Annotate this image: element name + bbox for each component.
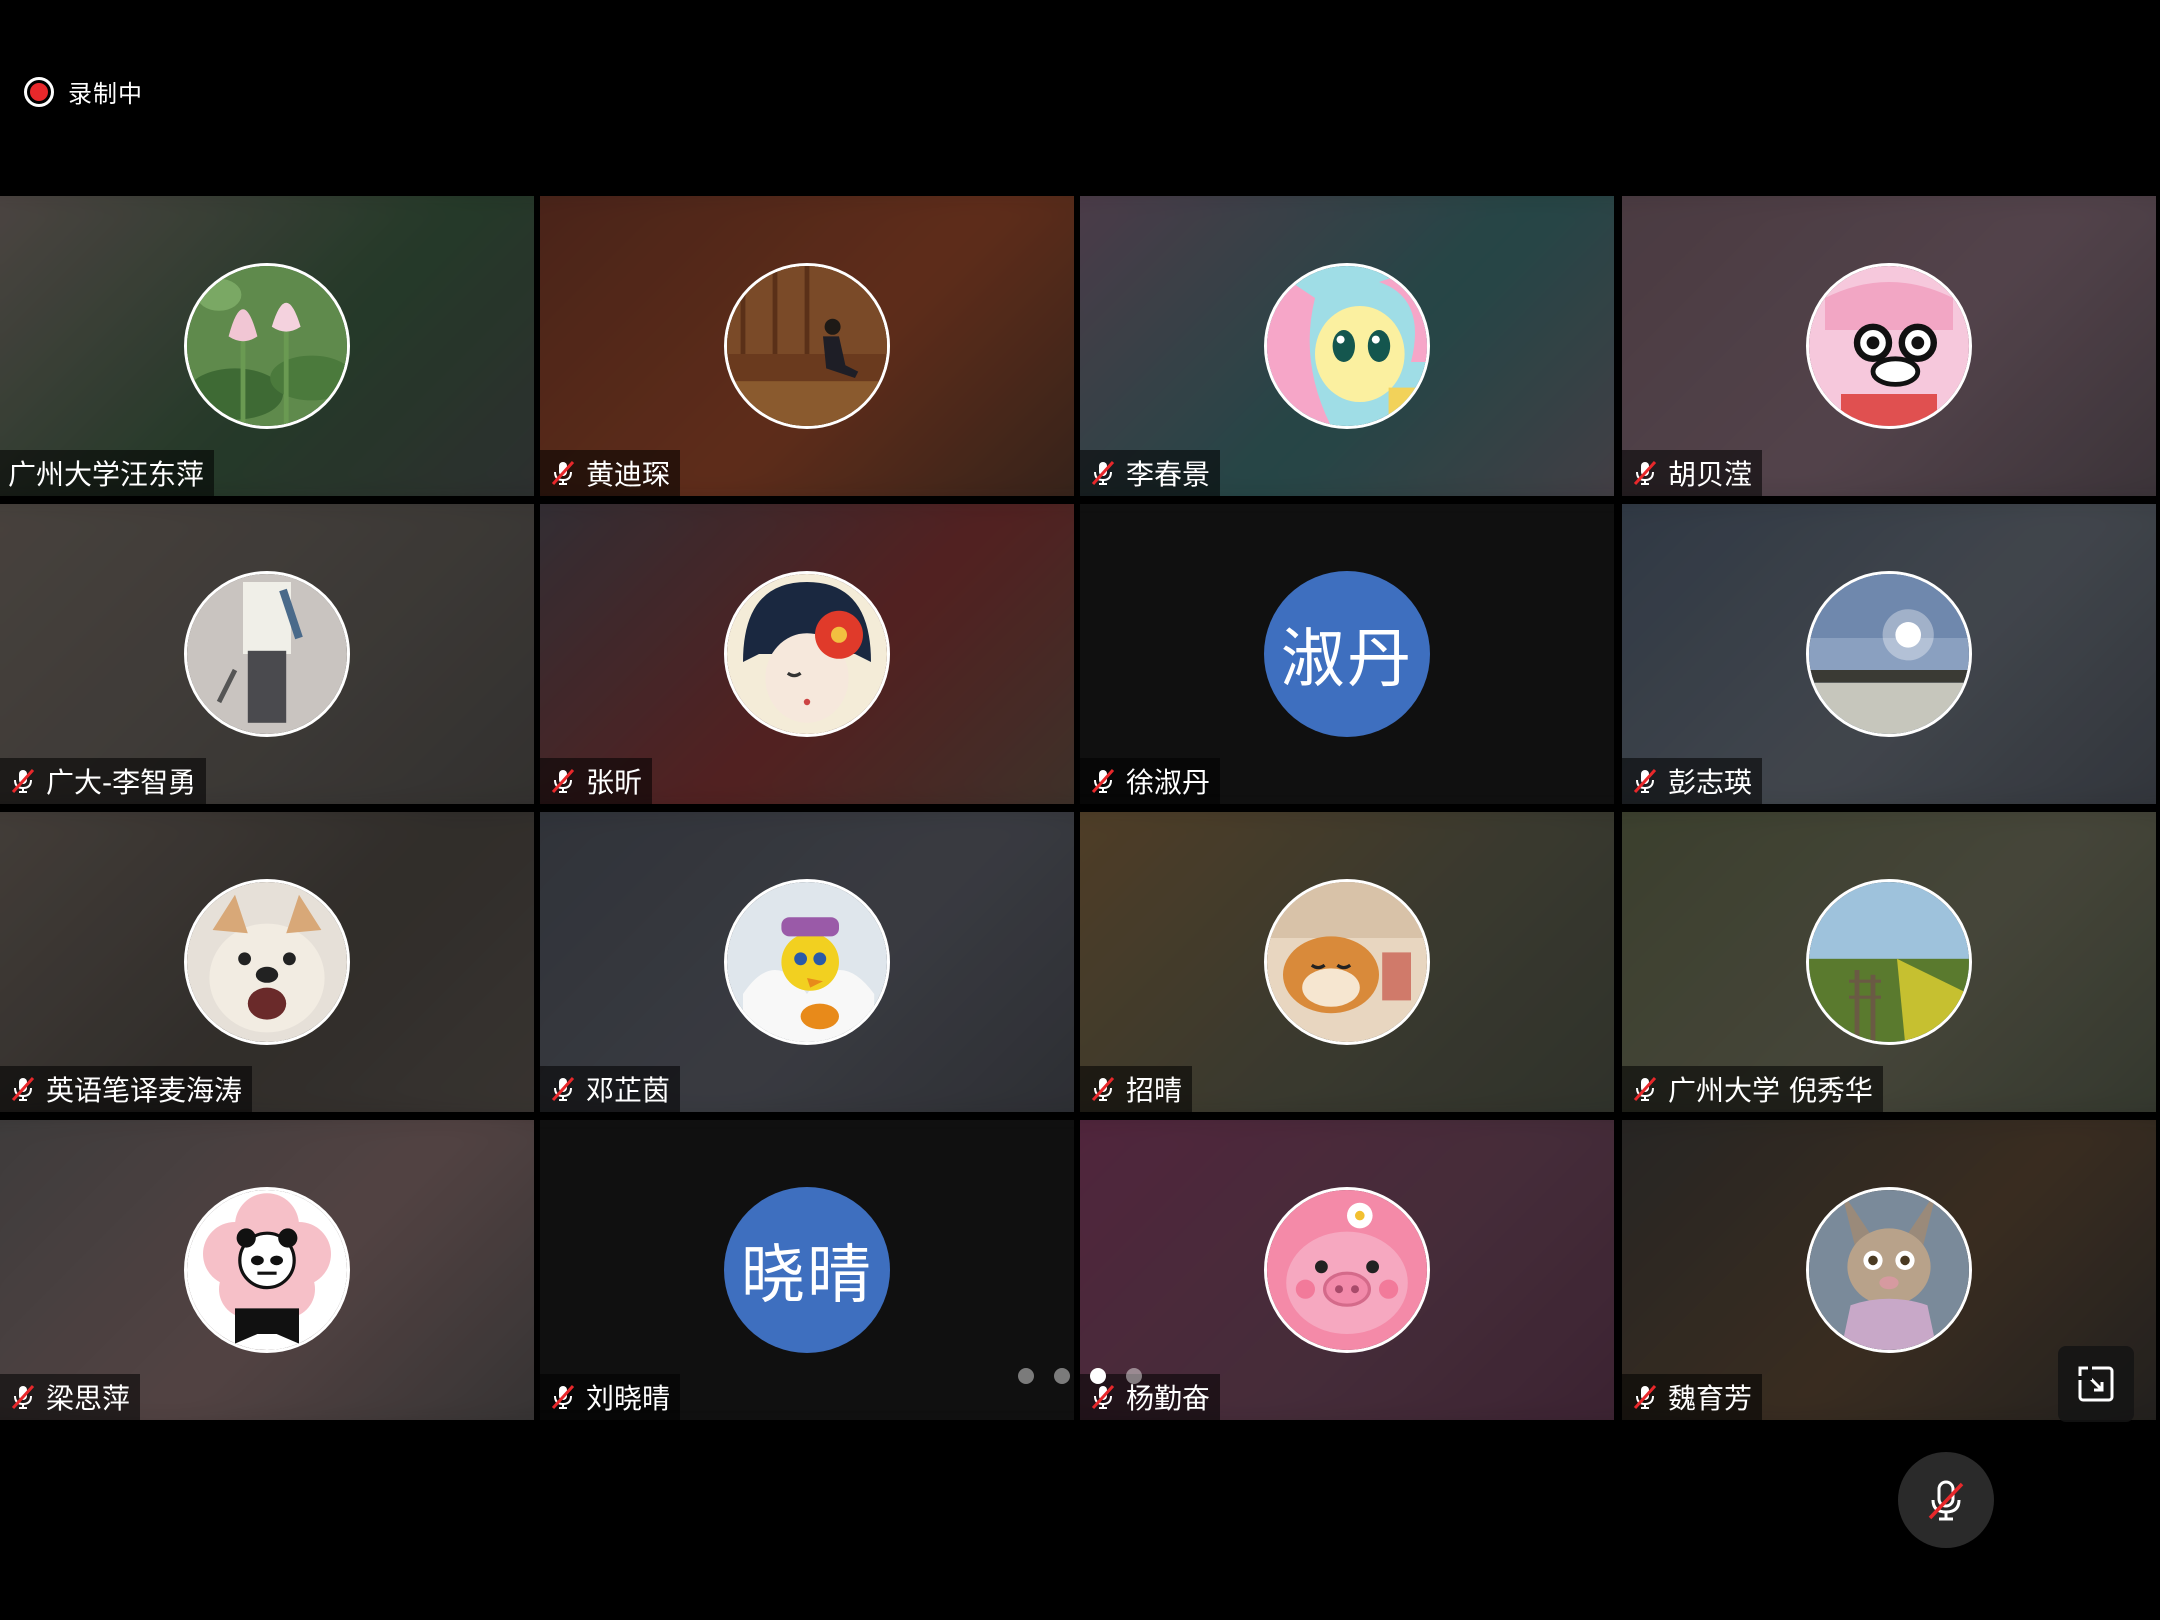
page-indicator: [1018, 1368, 1142, 1384]
standing-person-photo-icon: [184, 571, 350, 737]
participant-tile[interactable]: 梁思萍: [0, 1120, 534, 1420]
muted-mic-icon: [1633, 768, 1657, 794]
pink-pig-cartoon-icon: [1264, 1187, 1430, 1353]
participant-name: 黄迪琛: [586, 458, 671, 491]
cartoon-rabbit-icon: [1806, 1187, 1972, 1353]
participant-name: 邓芷茵: [586, 1074, 671, 1107]
participant-name: 广州大学汪东萍: [8, 458, 205, 491]
muted-mic-icon: [11, 1076, 35, 1102]
tweety-bird-cartoon-icon: [724, 879, 890, 1045]
participant-name: 英语笔译麦海涛: [46, 1074, 243, 1107]
participant-tile[interactable]: 招晴: [1080, 812, 1614, 1112]
muted-mic-icon: [1091, 1384, 1115, 1410]
participant-grid: 广州大学汪东萍 黄迪琛 李春景 胡贝滢 广大-李智勇 张昕 淑丹 徐淑丹 彭志瑛 英语笔译麦海涛邓…: [0, 196, 2160, 1423]
participant-name-label: 招晴: [1080, 1066, 1193, 1112]
participant-tile[interactable]: 杨勤奋: [1080, 1120, 1614, 1420]
participant-tile[interactable]: 彭志瑛: [1622, 504, 2156, 804]
muted-mic-icon: [551, 768, 575, 794]
muted-mic-icon: [11, 768, 35, 794]
participant-name: 胡贝滢: [1668, 458, 1753, 491]
shiba-dog-photo-icon: [184, 879, 350, 1045]
participant-tile[interactable]: 晓晴刘晓晴: [540, 1120, 1074, 1420]
page-dot[interactable]: [1018, 1368, 1034, 1384]
participant-name-label: 刘晓晴: [540, 1374, 681, 1420]
sitting-person-photo-icon: [724, 263, 890, 429]
muted-mic-icon: [1633, 1076, 1657, 1102]
participant-tile[interactable]: 英语笔译麦海涛: [0, 812, 534, 1112]
participant-tile[interactable]: 胡贝滢: [1622, 196, 2156, 496]
participant-name: 李春景: [1126, 458, 1211, 491]
page-dot[interactable]: [1054, 1368, 1070, 1384]
participant-tile[interactable]: 邓芷茵: [540, 812, 1074, 1112]
participant-tile[interactable]: 李春景: [1080, 196, 1614, 496]
muted-mic-icon: [551, 1076, 575, 1102]
field-path-photo-icon: [1806, 879, 1972, 1045]
pink-pony-cartoon-icon: [1264, 263, 1430, 429]
participant-name: 彭志瑛: [1668, 766, 1753, 799]
participant-name: 徐淑丹: [1126, 766, 1211, 799]
muted-mic-icon: [11, 1384, 35, 1410]
participant-name: 招晴: [1126, 1074, 1183, 1107]
participant-name-label: 英语笔译麦海涛: [0, 1066, 253, 1112]
recording-indicator: 录制中: [24, 74, 143, 109]
participant-name-label: 胡贝滢: [1622, 450, 1763, 496]
microphone-muted-icon: [1928, 1480, 1964, 1521]
participant-name-label: 梁思萍: [0, 1374, 141, 1420]
participant-name-label: 广州大学 倪秀华: [1622, 1066, 1883, 1112]
participant-tile[interactable]: 淑丹徐淑丹: [1080, 504, 1614, 804]
fullscreen-exit-button[interactable]: [2058, 1346, 2134, 1422]
recording-label: 录制中: [68, 80, 143, 108]
participant-name-label: 张昕: [540, 758, 653, 804]
muted-mic-icon: [1091, 1076, 1115, 1102]
page-dot[interactable]: [1126, 1368, 1142, 1384]
participant-name-label: 广州大学汪东萍: [0, 450, 215, 496]
muted-mic-icon: [1091, 460, 1115, 486]
page-dot[interactable]: [1090, 1368, 1106, 1384]
recording-dot-icon: [24, 76, 54, 107]
muted-mic-icon: [551, 1384, 575, 1410]
participant-name-label: 广大-李智勇: [0, 758, 207, 804]
lotus-photo-icon: [184, 263, 350, 429]
muted-mic-icon: [1091, 768, 1115, 794]
participant-name-label: 黄迪琛: [540, 450, 681, 496]
avatar-initials: 晓晴: [724, 1187, 890, 1353]
participant-name: 梁思萍: [46, 1382, 131, 1415]
panda-meme-flower-icon: [184, 1187, 350, 1353]
participant-name-label: 李春景: [1080, 450, 1221, 496]
crayon-shin-chan-pig-icon: [1806, 263, 1972, 429]
girl-with-flower-drawing-icon: [724, 571, 890, 737]
fullscreen-exit-icon: [2078, 1366, 2114, 1402]
participant-name-label: 徐淑丹: [1080, 758, 1221, 804]
participant-name: 广州大学 倪秀华: [1668, 1074, 1873, 1107]
participant-tile[interactable]: 黄迪琛: [540, 196, 1074, 496]
participant-name: 魏育芳: [1668, 1382, 1753, 1415]
participant-name-label: 邓芷茵: [540, 1066, 681, 1112]
muted-mic-icon: [551, 460, 575, 486]
sleeping-shiba-photo-icon: [1264, 879, 1430, 1045]
muted-mic-icon: [1633, 1384, 1657, 1410]
participant-name-label: 彭志瑛: [1622, 758, 1763, 804]
winter-sun-landscape-icon: [1806, 571, 1972, 737]
participant-tile[interactable]: 张昕: [540, 504, 1074, 804]
participant-tile[interactable]: 广州大学 倪秀华: [1622, 812, 2156, 1112]
participant-name: 刘晓晴: [586, 1382, 671, 1415]
participant-name: 广大-李智勇: [46, 766, 197, 799]
participant-tile[interactable]: 广大-李智勇: [0, 504, 534, 804]
microphone-toggle-button[interactable]: [1898, 1452, 1994, 1548]
participant-name-label: 魏育芳: [1622, 1374, 1763, 1420]
participant-tile[interactable]: 广州大学汪东萍: [0, 196, 534, 496]
muted-mic-icon: [1633, 460, 1657, 486]
participant-name: 张昕: [586, 766, 643, 799]
avatar-initials: 淑丹: [1264, 571, 1430, 737]
